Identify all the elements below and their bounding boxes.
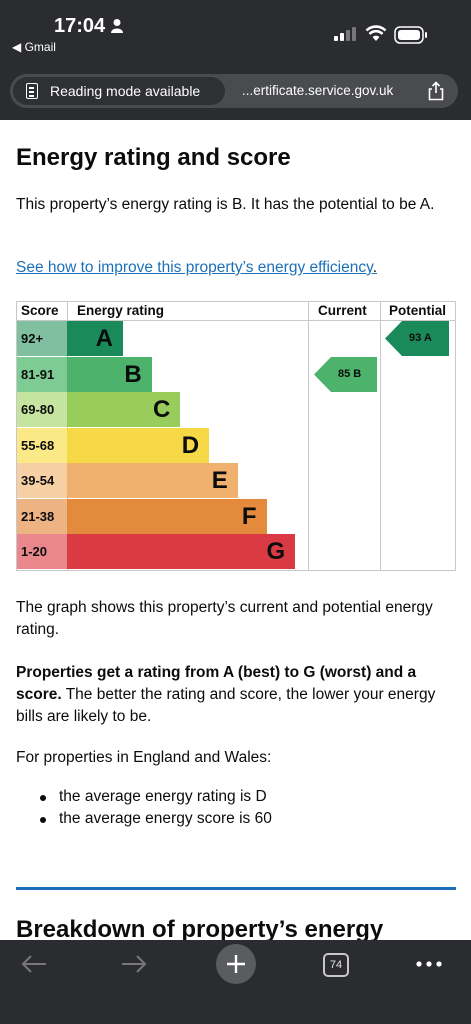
potential-column-divider: [380, 302, 381, 570]
rating-bar-d: D: [67, 427, 210, 463]
browser-address-bar: Reading mode available ...ertificate.ser…: [0, 62, 471, 120]
share-icon[interactable]: [426, 81, 446, 101]
reading-mode-button[interactable]: Reading mode available: [13, 77, 225, 105]
rating-bar-b: B: [67, 356, 152, 392]
person-icon: [111, 19, 123, 33]
rating-bar-c: C: [67, 392, 181, 427]
current-rating-arrow: 85 B: [314, 356, 377, 392]
link-suffix: .: [372, 259, 377, 276]
back-arrow-icon[interactable]: [20, 954, 48, 974]
current-column-divider: [308, 302, 309, 570]
rating-letter: F: [241, 502, 257, 530]
rating-intro: This property’s energy rating is B. It h…: [16, 196, 435, 213]
energy-rating-chart: Score Energy rating Current Potential 92…: [16, 301, 456, 571]
rating-letter: A: [95, 325, 113, 352]
rating-letter: B: [124, 360, 142, 388]
score-band-d: 55-68: [17, 427, 67, 463]
score-band-a: 92+: [17, 321, 67, 356]
energy-rating-header: Energy rating: [77, 303, 165, 318]
score-band-f: 21-38: [17, 498, 67, 534]
battery-icon: [394, 26, 427, 44]
section-divider: [16, 887, 456, 890]
reading-mode-label: Reading mode available: [50, 83, 201, 99]
score-band-g: 1-20: [17, 534, 67, 569]
back-to-app-link[interactable]: ◀ Gmail: [12, 40, 56, 54]
rating-scale-rest: The better the rating and score, the low…: [16, 686, 436, 725]
wifi-icon: [365, 25, 387, 41]
rating-bar-g: G: [67, 534, 296, 569]
score-header: Score: [21, 303, 59, 318]
england-wales-text: For properties in England and Wales:: [16, 749, 272, 766]
list-item: the average energy score is 60: [16, 808, 456, 830]
potential-rating-label: 93 A: [409, 332, 432, 344]
potential-header: Potential: [389, 303, 447, 318]
more-options-icon[interactable]: [414, 954, 444, 974]
current-header: Current: [318, 303, 367, 318]
new-tab-button[interactable]: [216, 944, 256, 984]
web-page: Energy rating and score This property’s …: [0, 120, 471, 940]
current-rating-label: 85 B: [338, 367, 362, 380]
rating-letter: C: [153, 396, 171, 423]
page-title: Energy rating and score: [16, 144, 291, 171]
cellular-signal-icon: [334, 27, 356, 41]
potential-rating-arrow: 93 A: [385, 321, 449, 356]
status-bar: 17:04 ◀ Gmail: [0, 0, 471, 62]
rating-scale-explanation: Properties get a rating from A (best) to…: [16, 662, 456, 728]
rating-bar-a: A: [67, 321, 123, 356]
plus-icon: [227, 955, 245, 973]
average-rating-list: the average energy rating is D the avera…: [16, 786, 456, 830]
url-field[interactable]: Reading mode available ...ertificate.ser…: [10, 74, 458, 108]
url-text[interactable]: ...ertificate.service.gov.uk: [242, 74, 393, 108]
rating-letter: E: [211, 467, 228, 494]
forward-arrow-icon[interactable]: [120, 954, 148, 974]
score-band-b: 81-91: [17, 356, 67, 392]
score-band-e: 39-54: [17, 463, 67, 498]
rating-letter: G: [266, 538, 286, 565]
tab-switcher-button[interactable]: 74: [323, 953, 349, 977]
rating-bar-e: E: [67, 463, 238, 498]
status-time: 17:04: [54, 15, 106, 37]
reader-mode-icon: [26, 83, 38, 99]
graph-description: The graph shows this property’s current …: [16, 599, 433, 638]
improve-efficiency-link-row: See how to improve this property’s energ…: [16, 259, 377, 277]
rating-letter: D: [181, 431, 200, 459]
improve-efficiency-link[interactable]: See how to improve this property’s energ…: [16, 259, 373, 276]
browser-toolbar: 74: [0, 940, 471, 1024]
score-band-c: 69-80: [17, 392, 67, 427]
list-item: the average energy rating is D: [16, 786, 456, 808]
rating-bar-f: F: [67, 498, 267, 534]
breakdown-heading: Breakdown of property’s energy: [16, 916, 384, 940]
